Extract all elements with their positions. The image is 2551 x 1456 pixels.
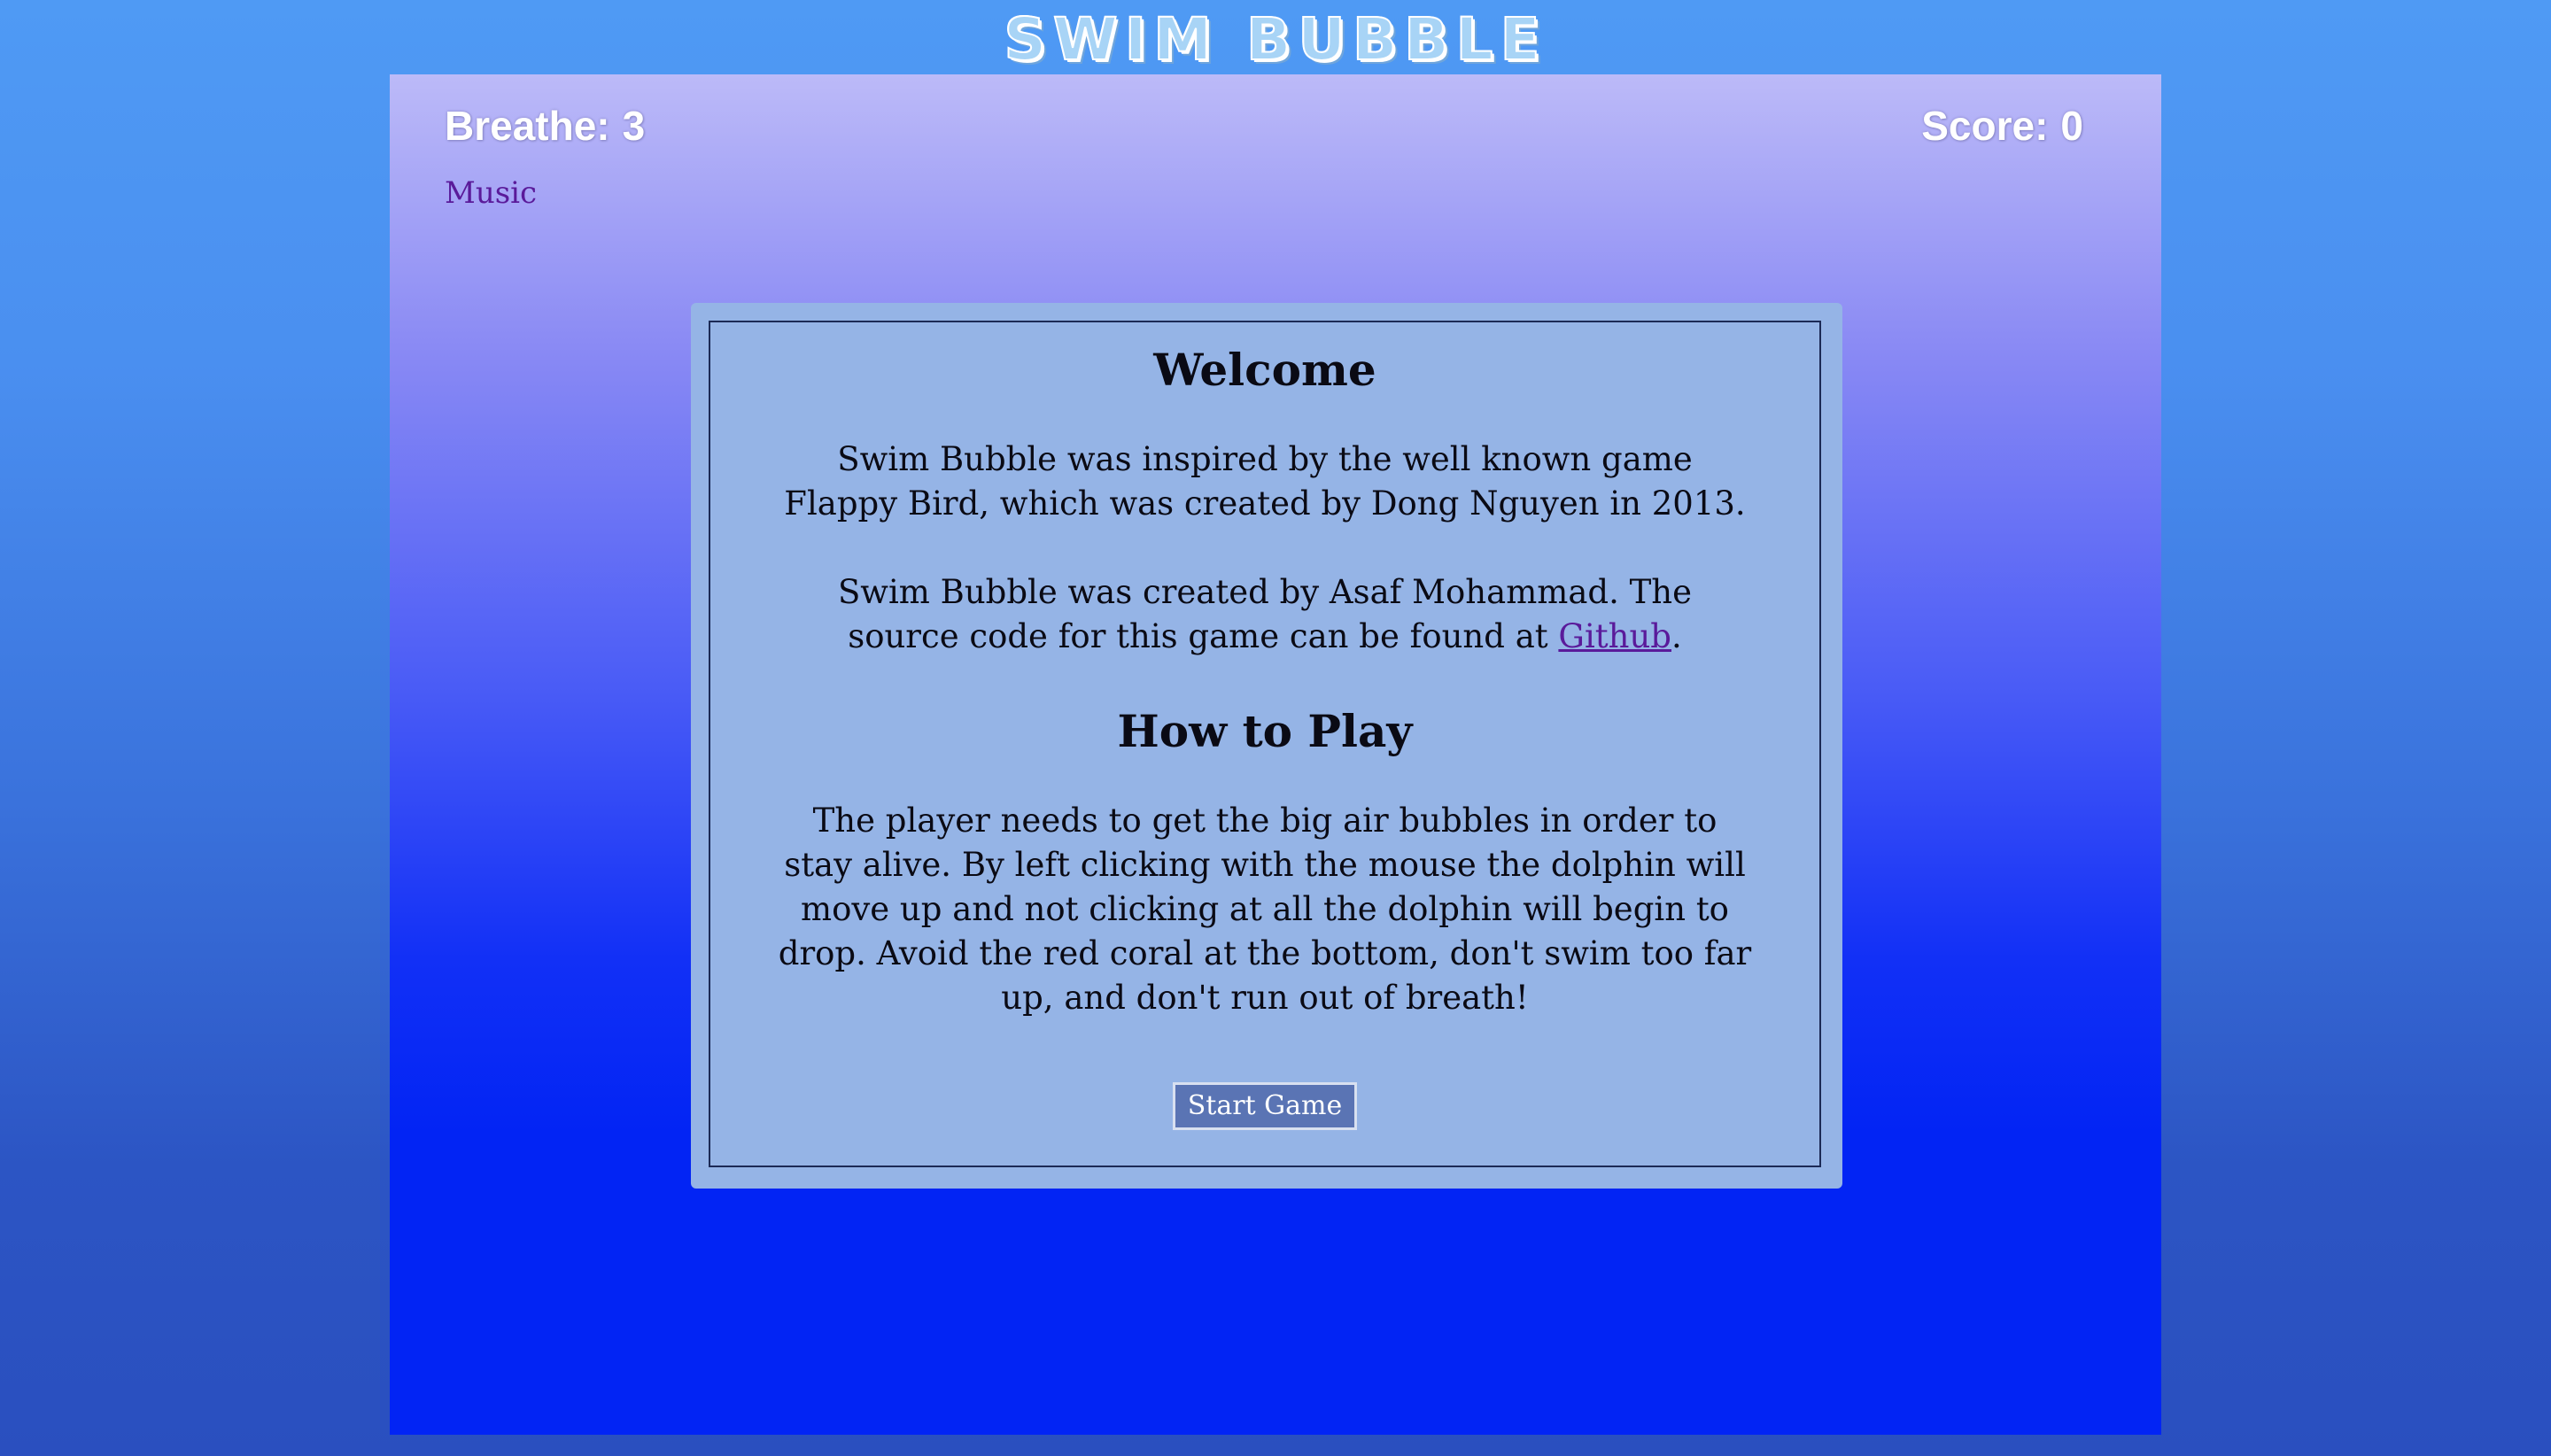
how-to-play-heading: How to Play: [1117, 705, 1413, 757]
breathe-counter: Breathe: 3: [445, 101, 645, 151]
credits-paragraph: Swim Bubble was created by Asaf Mohammad…: [778, 570, 1752, 659]
how-to-play-paragraph: The player needs to get the big air bubb…: [778, 802, 1752, 1017]
breathe-label: Breathe:: [445, 103, 610, 149]
welcome-modal: Welcome Swim Bubble was inspired by the …: [691, 303, 1842, 1189]
score-value: 0: [2060, 103, 2083, 149]
breathe-value: 3: [622, 103, 646, 149]
game-area[interactable]: Breathe: 3 Score: 0 Music Welcome Swim Bub…: [390, 74, 2161, 1435]
welcome-modal-content: Welcome Swim Bubble was inspired by the …: [709, 321, 1821, 1167]
score-counter: Score: 0: [1921, 101, 2083, 151]
credits-period: .: [1671, 617, 1682, 655]
start-button-container: Start Game: [778, 1082, 1752, 1130]
github-link[interactable]: Github: [1558, 617, 1671, 655]
welcome-heading: Welcome: [1153, 344, 1376, 396]
intro-paragraph: Swim Bubble was inspired by the well kno…: [784, 440, 1746, 523]
music-link[interactable]: Music: [445, 175, 537, 211]
game-title: SWIM BUBBLE: [1003, 4, 1547, 74]
score-label: Score:: [1921, 103, 2049, 149]
start-game-button[interactable]: Start Game: [1172, 1082, 1358, 1130]
